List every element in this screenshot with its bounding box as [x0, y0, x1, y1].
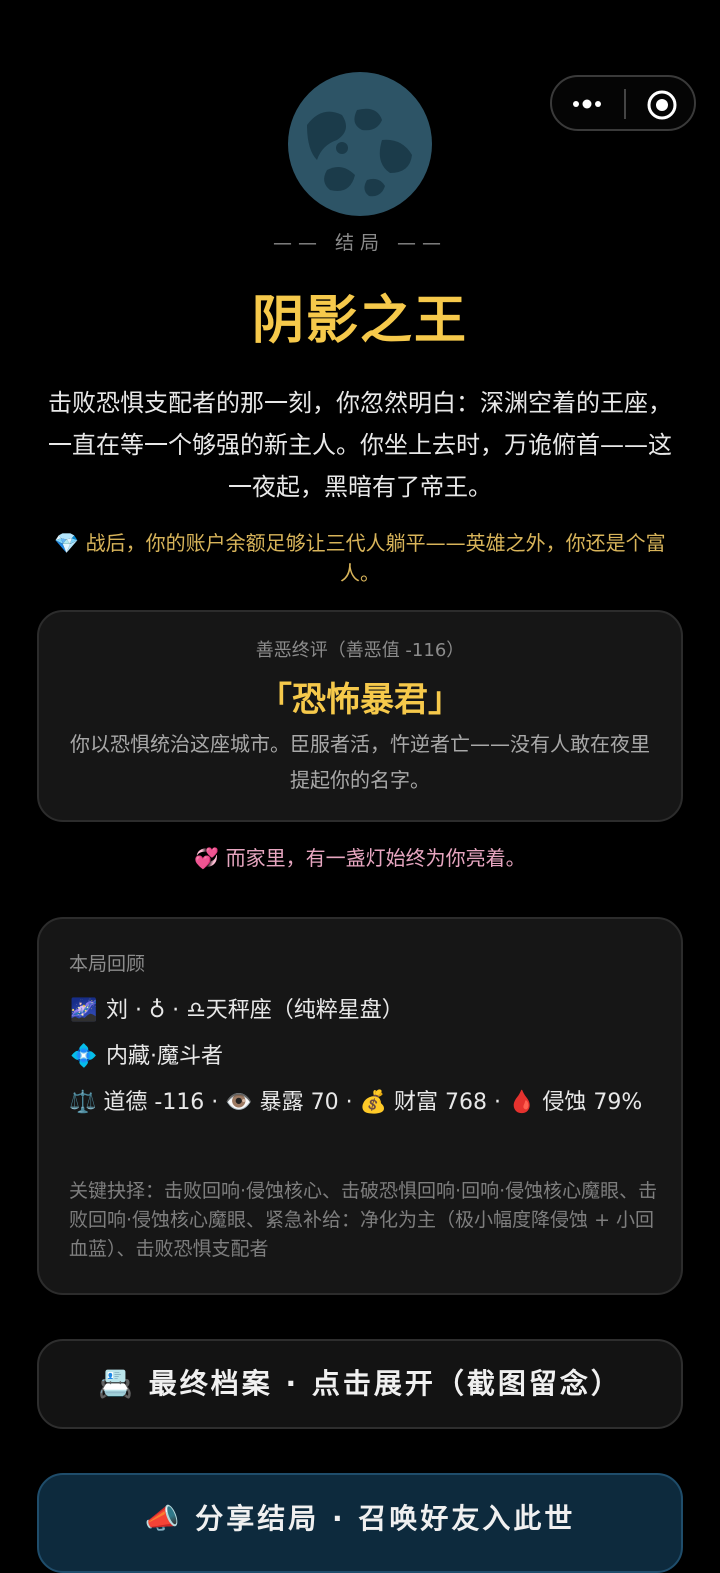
diamond-icon: 💎: [54, 531, 80, 555]
home-note-text: 而家里，有一盏灯始终为你亮着。: [225, 846, 526, 870]
heart-icon: 💞: [194, 846, 220, 870]
more-dots-icon[interactable]: [570, 91, 606, 117]
recap-heading: 本局回顾: [69, 953, 146, 975]
verdict-subtitle: 善恶终评（善恶值 -116）: [255, 640, 465, 661]
verdict-description: 你以恐惧统治这座城市。臣服者活，忤逆者亡——没有人敢在夜里提起你的名字。: [70, 732, 650, 792]
wealth-note-text: 战后，你的账户余额足够让三代人躺平——英雄之外，你还是个富人。: [85, 531, 666, 585]
wealth-note: 💎 战后，你的账户余额足够让三代人躺平——英雄之外，你还是个富人。: [40, 528, 680, 588]
recap-stats: ⚖️ 道德 -116 · 👁️ 暴露 70 · 💰 财富 768 · 🩸 侵蚀 …: [69, 1090, 643, 1115]
galaxy-icon: 🌌: [70, 998, 98, 1023]
moon-icon: [288, 72, 432, 216]
share-ending-button[interactable]: 📣 分享结局 · 召唤好友入此世: [37, 1473, 683, 1573]
ending-title: 阴影之王: [251, 291, 468, 351]
capsule-divider: [624, 89, 626, 119]
verdict-card: 善恶终评（善恶值 -116） 「恐怖暴君」 你以恐惧统治这座城市。臣服者活，忤逆…: [37, 610, 683, 822]
recap-identity: 🌌 刘 · ♁ · ♎天秤座（纯粹星盘）: [69, 993, 659, 1029]
ending-tag: —— 结局 ——: [272, 232, 448, 254]
identity-text: 刘 · ♁ · ♎天秤座（纯粹星盘）: [106, 998, 404, 1023]
ending-story: 击败恐惧支配者的那一刻，你忽然明白：深渊空着的王座，一直在等一个够强的新主人。你…: [48, 389, 672, 501]
talent-text: 内藏·魔斗者: [106, 1044, 223, 1069]
recap-choices: 关键抉择：击败回响·侵蚀核心、击破恐惧回响·回响·侵蚀核心魔眼、击败回响·侵蚀核…: [69, 1180, 658, 1260]
target-close-icon[interactable]: [646, 89, 678, 121]
mini-program-capsule: [550, 75, 696, 131]
verdict-name: 「恐怖暴君」: [258, 680, 462, 720]
final-archive-button[interactable]: 📇 最终档案 · 点击展开（截图留念）: [37, 1339, 683, 1429]
recap-card: 本局回顾 🌌 刘 · ♁ · ♎天秤座（纯粹星盘） 💠 内藏·魔斗者 ⚖️ 道德…: [37, 917, 683, 1295]
recap-talent: 💠 内藏·魔斗者: [69, 1039, 659, 1075]
home-note: 💞 而家里，有一盏灯始终为你亮着。: [0, 842, 720, 871]
diamond-shape-icon: 💠: [70, 1044, 98, 1069]
